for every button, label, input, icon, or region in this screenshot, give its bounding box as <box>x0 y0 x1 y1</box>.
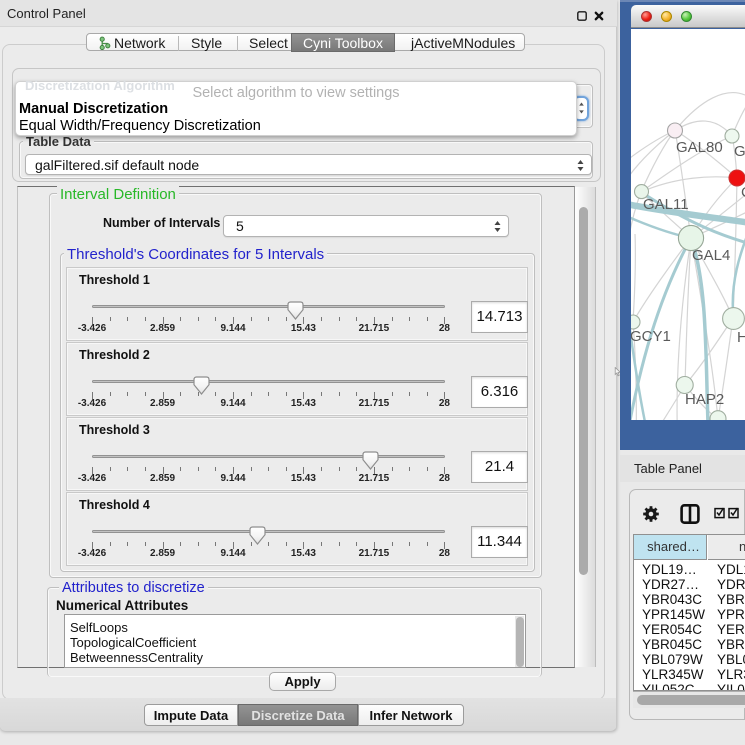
svg-text:HAP2: HAP2 <box>685 391 724 408</box>
svg-text:GAL80: GAL80 <box>676 139 723 156</box>
svg-text:G.: G. <box>734 143 745 160</box>
svg-text:C: C <box>741 184 745 201</box>
svg-text:H: H <box>737 329 745 346</box>
svg-text:GAL4: GAL4 <box>692 247 730 264</box>
svg-text:GAL11: GAL11 <box>643 196 689 213</box>
svg-text:GCY1: GCY1 <box>631 328 671 345</box>
